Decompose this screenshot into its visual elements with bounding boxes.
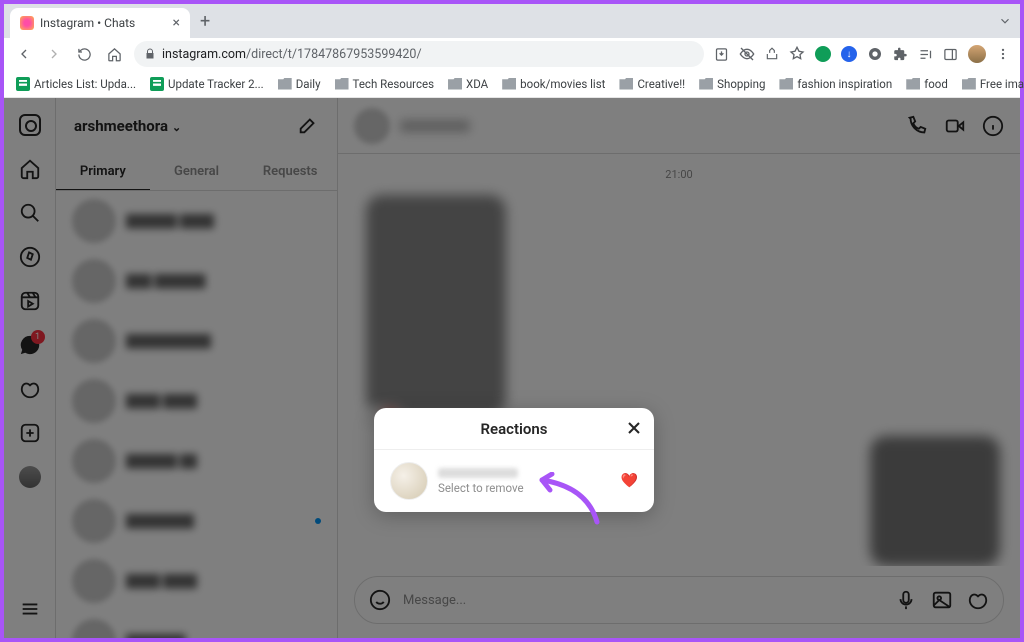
address-bar: instagram.com/direct/t/17847867953599420…: [4, 38, 1020, 70]
reactions-modal: Reactions Select to remove ❤️: [374, 408, 654, 512]
reaction-username: [438, 468, 518, 478]
folder-icon: [278, 78, 292, 90]
bookmark-item[interactable]: Free images res: [962, 77, 1024, 91]
bookmark-item[interactable]: Update Tracker 2...: [150, 77, 264, 91]
back-button[interactable]: [14, 46, 34, 62]
reload-button[interactable]: [74, 47, 94, 62]
browser-menu-icon[interactable]: [996, 47, 1010, 61]
extension-download-icon[interactable]: ↓: [841, 46, 857, 62]
install-app-icon[interactable]: [714, 47, 729, 62]
home-button[interactable]: [104, 47, 124, 62]
forward-button[interactable]: [44, 46, 64, 62]
extension-camera-icon[interactable]: [867, 46, 883, 62]
profile-avatar-icon[interactable]: [968, 45, 986, 63]
bookmark-item[interactable]: Shopping: [699, 77, 765, 91]
instagram-favicon: [20, 16, 34, 30]
bookmark-item[interactable]: XDA: [448, 77, 488, 91]
user-avatar: [390, 462, 428, 500]
url-path: /direct/t/17847867953599420/: [246, 47, 422, 62]
bookmark-star-icon[interactable]: [789, 46, 805, 62]
browser-tab[interactable]: Instagram • Chats ×: [10, 8, 190, 38]
lock-icon: [144, 48, 156, 60]
bookmark-item[interactable]: Articles List: Upda...: [16, 77, 136, 91]
bookmark-item[interactable]: fashion inspiration: [779, 77, 892, 91]
folder-icon: [448, 78, 462, 90]
extension-green-icon[interactable]: [815, 46, 831, 62]
new-tab-button[interactable]: +: [190, 11, 220, 32]
folder-icon: [906, 78, 920, 90]
folder-icon: [699, 78, 713, 90]
reading-list-icon[interactable]: [918, 47, 933, 62]
browser-tab-bar: Instagram • Chats × +: [4, 4, 1020, 38]
heart-icon: ❤️: [621, 473, 638, 489]
folder-icon: [502, 78, 516, 90]
tab-title: Instagram • Chats: [40, 16, 135, 30]
bookmark-item[interactable]: book/movies list: [502, 77, 605, 91]
window-expand-icon[interactable]: [998, 14, 1012, 28]
modal-title: Reactions: [481, 420, 548, 438]
eye-off-icon[interactable]: [739, 46, 755, 62]
url-host: instagram.com: [162, 47, 246, 62]
bookmark-item[interactable]: Daily: [278, 77, 321, 91]
folder-icon: [962, 78, 976, 90]
bookmarks-bar: Articles List: Upda... Update Tracker 2.…: [4, 70, 1020, 98]
bookmark-item[interactable]: Creative!!: [619, 77, 685, 91]
folder-icon: [619, 78, 633, 90]
url-input[interactable]: instagram.com/direct/t/17847867953599420…: [134, 41, 704, 67]
reaction-row[interactable]: Select to remove ❤️: [374, 450, 654, 512]
close-icon[interactable]: [624, 418, 644, 438]
bookmark-item[interactable]: food: [906, 77, 948, 91]
sheets-icon: [16, 77, 30, 91]
reaction-subtext: Select to remove: [438, 481, 524, 495]
share-icon[interactable]: [765, 47, 779, 61]
extensions-puzzle-icon[interactable]: [893, 47, 908, 62]
folder-icon: [335, 78, 349, 90]
sheets-icon: [150, 77, 164, 91]
side-panel-icon[interactable]: [943, 47, 958, 62]
folder-icon: [779, 78, 793, 90]
modal-backdrop[interactable]: [4, 98, 1020, 638]
close-tab-icon[interactable]: ×: [173, 15, 180, 31]
bookmark-item[interactable]: Tech Resources: [335, 77, 434, 91]
